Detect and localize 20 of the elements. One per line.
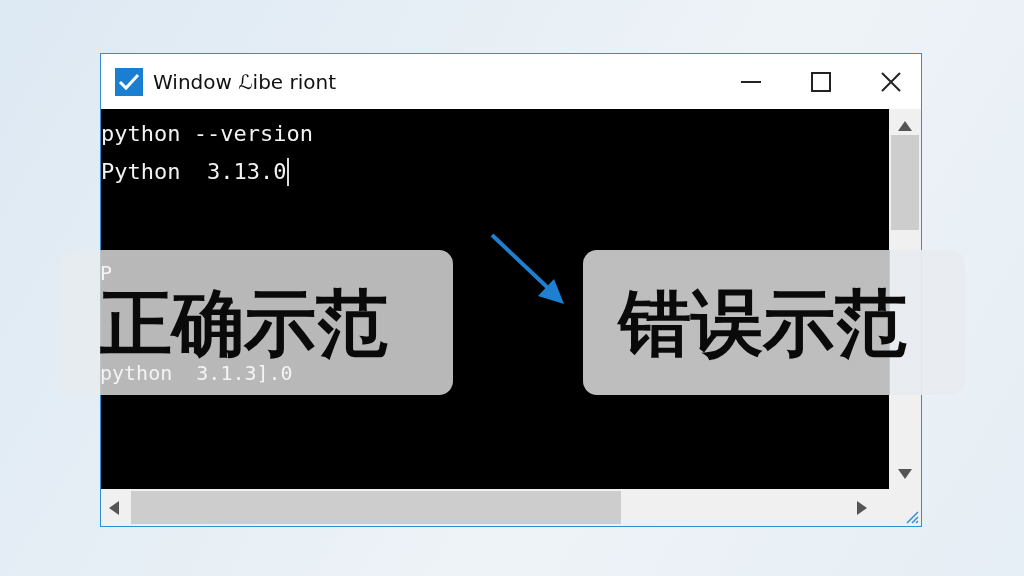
scroll-right-icon[interactable] (857, 500, 867, 515)
faded-terminal-line: python 3.1.3].0 (100, 360, 293, 385)
scroll-thumb[interactable] (131, 491, 621, 524)
card-label: 正确示范 (100, 284, 388, 361)
terminal-line: python --version (101, 120, 313, 148)
text-cursor (287, 158, 290, 186)
scroll-down-icon[interactable] (898, 469, 912, 479)
close-icon[interactable] (881, 71, 901, 92)
minimize-icon[interactable] (741, 80, 761, 83)
scroll-left-icon[interactable] (109, 500, 119, 515)
resize-grip-icon[interactable] (905, 510, 919, 524)
checkbox[interactable] (115, 67, 143, 96)
horizontal-scrollbar[interactable] (101, 489, 921, 526)
card-label: 错误示范 (619, 284, 907, 361)
maximize-icon[interactable] (811, 71, 831, 92)
scroll-up-icon[interactable] (898, 121, 912, 131)
terminal-line: Python 3.13.0 (101, 158, 287, 186)
faded-terminal-line: P (100, 260, 113, 285)
scroll-thumb[interactable] (891, 135, 919, 230)
window-title: Window ℒibe riont (153, 69, 338, 94)
